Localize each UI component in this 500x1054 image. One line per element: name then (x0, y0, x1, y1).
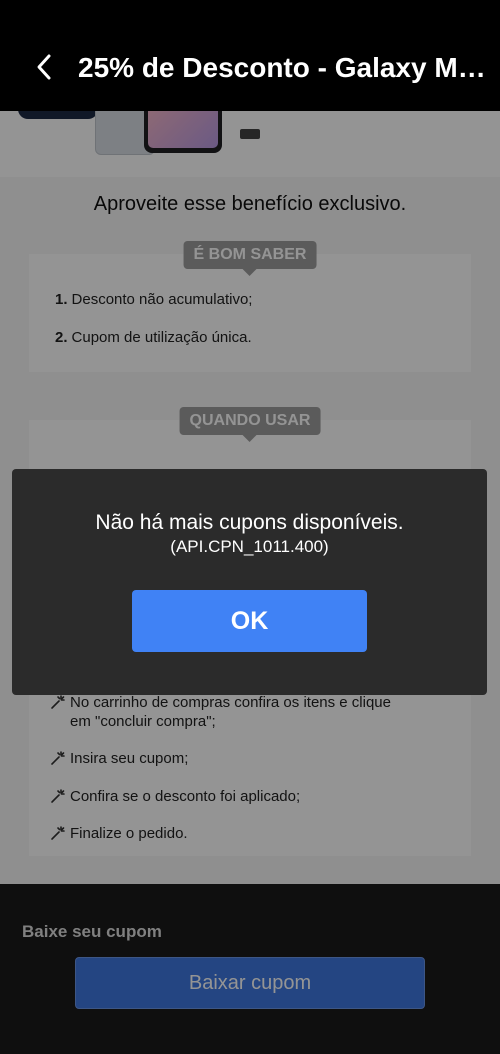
chevron-left-icon (37, 54, 51, 80)
page-title: 25% de Desconto - Galaxy M13 5G (78, 52, 500, 83)
ok-button[interactable]: OK (132, 590, 367, 652)
dialog-message: Não há mais cupons disponíveis. (95, 511, 404, 534)
back-button[interactable] (28, 48, 60, 86)
dialog-error-code: (API.CPN_1011.400) (170, 537, 329, 556)
error-dialog: Não há mais cupons disponíveis. (API.CPN… (12, 469, 487, 695)
app-bar: 25% de Desconto - Galaxy M13 5G (0, 0, 500, 111)
